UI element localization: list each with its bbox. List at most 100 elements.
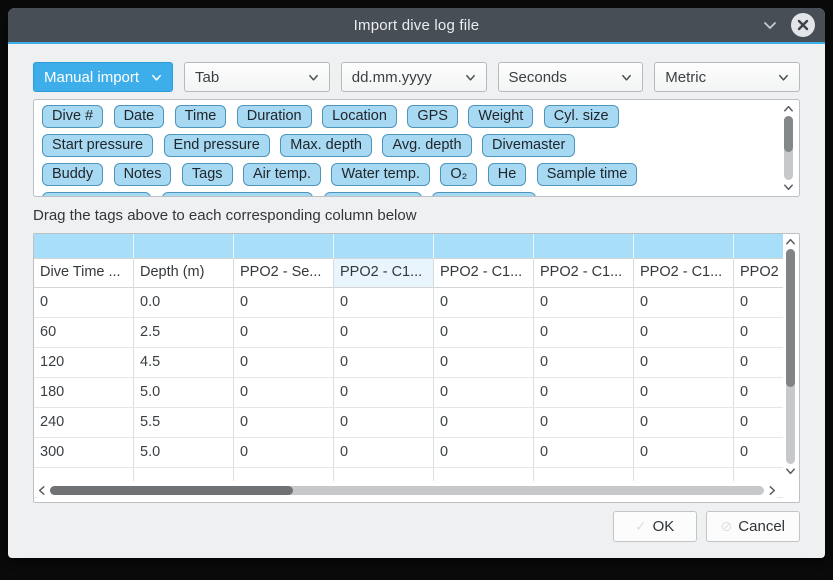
ok-button[interactable]: ✓ OK <box>613 511 697 542</box>
table-cell: 0 <box>734 288 783 318</box>
scrollbar-track[interactable] <box>50 486 764 495</box>
dropzone-cell[interactable] <box>234 234 334 259</box>
tag-end-pressure[interactable]: End pressure <box>164 134 270 157</box>
tag-buddy[interactable]: Buddy <box>42 163 103 186</box>
tag-sample-depth[interactable]: Sample depth <box>42 192 151 197</box>
scroll-up-icon[interactable] <box>785 237 796 246</box>
scrollbar-thumb[interactable] <box>784 116 793 152</box>
tag-sample-po2[interactable]: Sample pO₂ <box>324 192 422 197</box>
dropzone-cell[interactable] <box>434 234 534 259</box>
tag-time[interactable]: Time <box>175 105 227 128</box>
dropzone-cell[interactable] <box>134 234 234 259</box>
table-cell: 300 <box>34 438 134 468</box>
tag-start-pressure[interactable]: Start pressure <box>42 134 153 157</box>
check-icon: ✓ <box>635 518 647 535</box>
table-cell: 0 <box>434 288 534 318</box>
duration-format-select[interactable]: Seconds <box>498 62 644 92</box>
scroll-down-icon[interactable] <box>783 183 794 192</box>
tag-tags[interactable]: Tags <box>182 163 233 186</box>
import-mode-select[interactable]: Manual import <box>33 62 173 92</box>
column-header-depth[interactable]: Depth (m) <box>134 259 234 288</box>
table-cell: 2.5 <box>134 318 234 348</box>
dropzone-cell[interactable] <box>734 234 783 259</box>
tag-avg-depth[interactable]: Avg. depth <box>382 134 471 157</box>
column-header-dive-time[interactable]: Dive Time ... <box>34 259 134 288</box>
duration-format-value: Seconds <box>509 69 567 86</box>
tag-sample-cns[interactable]: Sample CNS <box>432 192 536 197</box>
table-cell: 0 <box>534 438 634 468</box>
window-close-button[interactable] <box>791 13 815 37</box>
tag-sample-temperature[interactable]: Sample temperature <box>162 192 313 197</box>
table-cell: 0 <box>534 288 634 318</box>
column-header-ppo2-5[interactable]: PPO2 - C1... <box>634 259 734 288</box>
tag-air-temp[interactable]: Air temp. <box>243 163 321 186</box>
dropzone-cell[interactable] <box>534 234 634 259</box>
scrollbar-thumb[interactable] <box>786 249 795 387</box>
table-row: 180 5.0 0 0 0 0 0 0 <box>34 378 783 408</box>
scroll-up-icon[interactable] <box>783 104 794 113</box>
table-cell: 0 <box>334 438 434 468</box>
scrollbar-track[interactable] <box>786 249 795 464</box>
table-row: 240 5.5 0 0 0 0 0 0 <box>34 408 783 438</box>
table-cell: 0 <box>34 288 134 318</box>
units-value: Metric <box>665 69 706 86</box>
scroll-right-icon[interactable] <box>768 485 777 496</box>
tag-dive-number[interactable]: Dive # <box>42 105 103 128</box>
titlebar-actions <box>762 13 815 37</box>
date-format-value: dd.mm.yyyy <box>352 69 432 86</box>
tag-cyl-size[interactable]: Cyl. size <box>544 105 619 128</box>
cancel-icon: ⊘ <box>721 518 733 535</box>
scrollbar-track[interactable] <box>784 116 793 180</box>
window-title: Import dive log file <box>8 17 825 34</box>
import-preview-table: Dive Time ... Depth (m) PPO2 - Se... PPO… <box>33 233 800 503</box>
scroll-down-icon[interactable] <box>785 467 796 476</box>
chevron-down-icon <box>150 71 163 84</box>
dropzone-cell[interactable] <box>634 234 734 259</box>
tag-date[interactable]: Date <box>114 105 165 128</box>
column-header-ppo2-6[interactable]: PPO2 - C1... <box>734 259 783 288</box>
tag-location[interactable]: Location <box>322 105 397 128</box>
tag-he[interactable]: He <box>488 163 527 186</box>
close-icon <box>797 19 809 31</box>
column-header-ppo2-3[interactable]: PPO2 - C1... <box>434 259 534 288</box>
column-header-ppo2-4[interactable]: PPO2 - C1... <box>534 259 634 288</box>
tag-row: Start pressure End pressure Max. depth A… <box>39 133 777 162</box>
table-cell: 0 <box>334 288 434 318</box>
tag-sample-time[interactable]: Sample time <box>537 163 638 186</box>
table-cell: 0 <box>434 408 534 438</box>
table-vertical-scrollbar[interactable] <box>783 237 797 476</box>
scrollbar-thumb[interactable] <box>50 486 293 495</box>
column-header-ppo2-1[interactable]: PPO2 - Se... <box>234 259 334 288</box>
titlebar[interactable]: Import dive log file <box>8 8 825 44</box>
tag-pool: Dive # Date Time Duration Location GPS W… <box>33 99 800 197</box>
tag-o2[interactable]: O₂ <box>440 163 477 186</box>
table-cell: 0 <box>334 378 434 408</box>
cancel-button[interactable]: ⊘ Cancel <box>706 511 800 542</box>
table-horizontal-scrollbar[interactable] <box>37 481 777 499</box>
table-cell: 0 <box>234 378 334 408</box>
date-format-select[interactable]: dd.mm.yyyy <box>341 62 487 92</box>
dropzone-cell[interactable] <box>334 234 434 259</box>
tag-max-depth[interactable]: Max. depth <box>280 134 372 157</box>
dropzone-cell[interactable] <box>34 234 134 259</box>
tag-water-temp[interactable]: Water temp. <box>331 163 429 186</box>
table-cell: 0 <box>334 408 434 438</box>
tag-notes[interactable]: Notes <box>114 163 172 186</box>
tag-duration[interactable]: Duration <box>237 105 312 128</box>
table-cell: 0 <box>334 348 434 378</box>
table-row: 60 2.5 0 0 0 0 0 0 <box>34 318 783 348</box>
field-separator-select[interactable]: Tab <box>184 62 330 92</box>
tag-gps[interactable]: GPS <box>407 105 458 128</box>
units-select[interactable]: Metric <box>654 62 800 92</box>
column-header-ppo2-2[interactable]: PPO2 - C1... <box>334 259 434 288</box>
table-cell: 0 <box>734 438 783 468</box>
table-cell: 180 <box>34 378 134 408</box>
table-cell: 5.0 <box>134 438 234 468</box>
tag-divemaster[interactable]: Divemaster <box>482 134 575 157</box>
window-menu-chevron-down-icon[interactable] <box>762 17 778 33</box>
tag-weight[interactable]: Weight <box>468 105 533 128</box>
cancel-button-label: Cancel <box>738 518 785 535</box>
scroll-left-icon[interactable] <box>37 485 46 496</box>
table-cell: 0 <box>634 288 734 318</box>
tag-pool-scrollbar[interactable] <box>781 104 795 192</box>
